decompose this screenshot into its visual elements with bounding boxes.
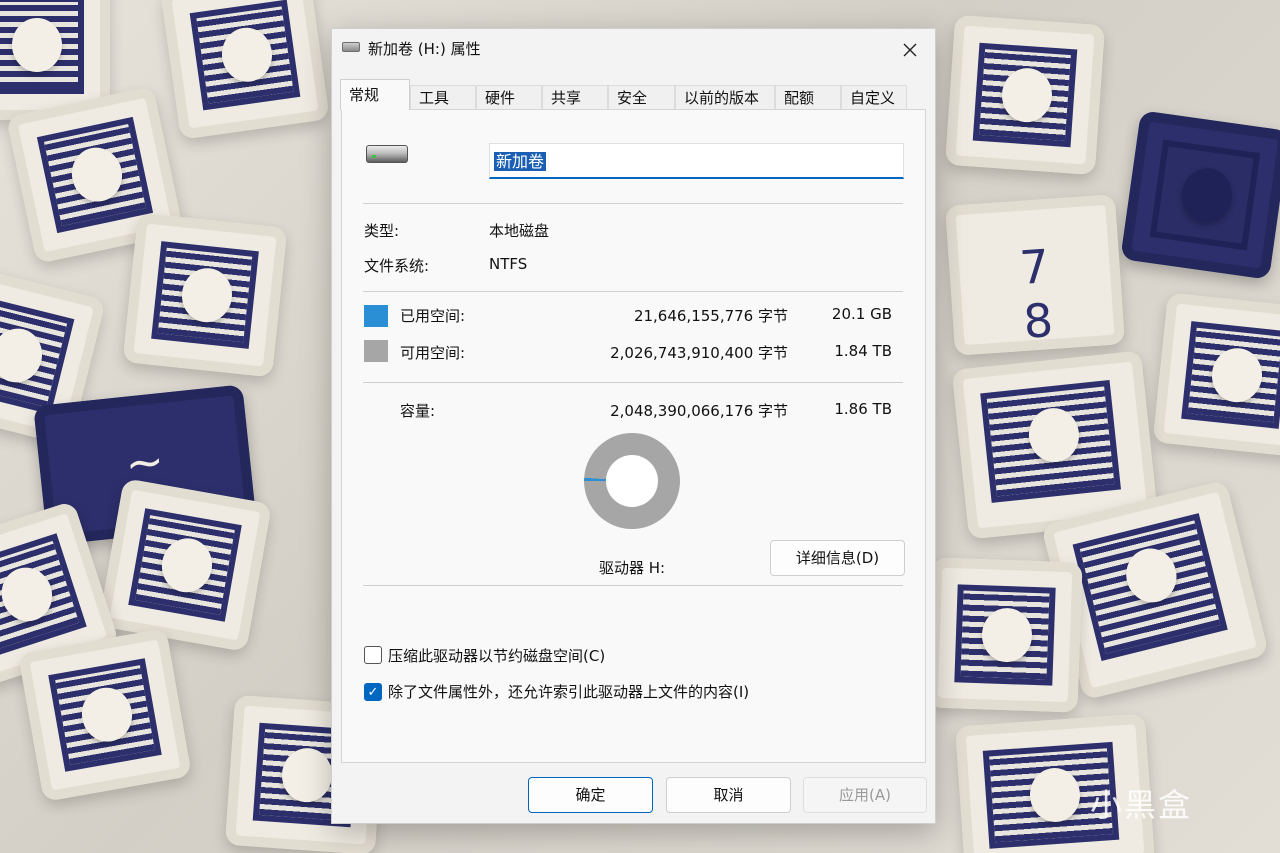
index-label[interactable]: 除了文件属性外，还允许索引此驱动器上文件的内容(I) <box>388 681 749 702</box>
separator <box>363 291 903 292</box>
volume-name-input[interactable]: 新加卷 <box>489 143 904 179</box>
filesystem-value: NTFS <box>489 255 528 273</box>
keycap-image <box>18 628 192 802</box>
keycap-image <box>160 0 330 140</box>
used-space-size: 20.1 GB <box>831 305 892 323</box>
keycap-image <box>1120 110 1280 280</box>
tab-previous-versions[interactable]: 以前的版本 <box>675 85 775 109</box>
general-panel: 新加卷 类型: 本地磁盘 文件系统: NTFS 已用空间: 21,646,155… <box>341 109 926 763</box>
drive-icon <box>342 42 360 52</box>
tab-customize[interactable]: 自定义 <box>841 85 907 109</box>
type-value: 本地磁盘 <box>489 222 550 240</box>
keycap-image <box>122 212 288 378</box>
used-space-swatch <box>364 305 388 327</box>
window-title: 新加卷 (H:) 属性 <box>368 40 481 58</box>
keycap-image <box>1152 292 1280 458</box>
tab-hardware[interactable]: 硬件 <box>476 85 542 109</box>
index-checkbox[interactable]: ✓ <box>364 683 382 701</box>
close-button[interactable] <box>893 33 927 63</box>
free-space-bytes: 2,026,743,910,400 字节 <box>610 344 788 362</box>
used-space-bytes: 21,646,155,776 字节 <box>633 307 788 325</box>
properties-dialog: 新加卷 (H:) 属性 常规 工具 硬件 共享 安全 以前的版本 配额 自定义 … <box>331 28 936 824</box>
cancel-button[interactable]: 取消 <box>666 777 791 813</box>
drive-letter-label: 驱动器 H: <box>599 559 666 577</box>
tab-general[interactable]: 常规 <box>340 79 410 110</box>
watermark-text: 小黑盒 <box>1090 786 1193 824</box>
capacity-label: 容量: <box>400 402 436 420</box>
keycap-image <box>944 14 1106 176</box>
free-space-swatch <box>364 340 388 362</box>
tab-tools[interactable]: 工具 <box>410 85 476 109</box>
hard-drive-icon <box>366 145 408 163</box>
compress-label[interactable]: 压缩此驱动器以节约磁盘空间(C) <box>388 645 605 666</box>
capacity-size: 1.86 TB <box>834 400 892 418</box>
ok-button[interactable]: 确定 <box>528 777 653 813</box>
separator <box>363 382 903 383</box>
keycap-image <box>98 478 272 652</box>
apply-button[interactable]: 应用(A) <box>803 777 927 813</box>
free-space-label: 可用空间: <box>400 344 466 362</box>
details-button[interactable]: 详细信息(D) <box>770 540 905 576</box>
compress-checkbox[interactable] <box>364 646 382 664</box>
type-label: 类型: <box>364 222 400 240</box>
usage-donut-chart <box>584 433 680 529</box>
tab-quota[interactable]: 配额 <box>775 85 841 109</box>
separator <box>363 585 903 586</box>
separator <box>363 203 903 204</box>
title-bar: 新加卷 (H:) 属性 <box>332 29 935 67</box>
close-icon <box>903 43 917 56</box>
free-space-size: 1.84 TB <box>834 342 892 360</box>
tab-sharing[interactable]: 共享 <box>542 85 608 109</box>
keycap-image: 78 <box>944 194 1126 356</box>
tab-security[interactable]: 安全 <box>608 85 675 109</box>
capacity-bytes: 2,048,390,066,176 字节 <box>610 402 788 420</box>
keycap-image <box>927 557 1083 713</box>
volume-name-text: 新加卷 <box>494 152 547 171</box>
filesystem-label: 文件系统: <box>364 257 430 275</box>
used-space-label: 已用空间: <box>400 307 466 325</box>
